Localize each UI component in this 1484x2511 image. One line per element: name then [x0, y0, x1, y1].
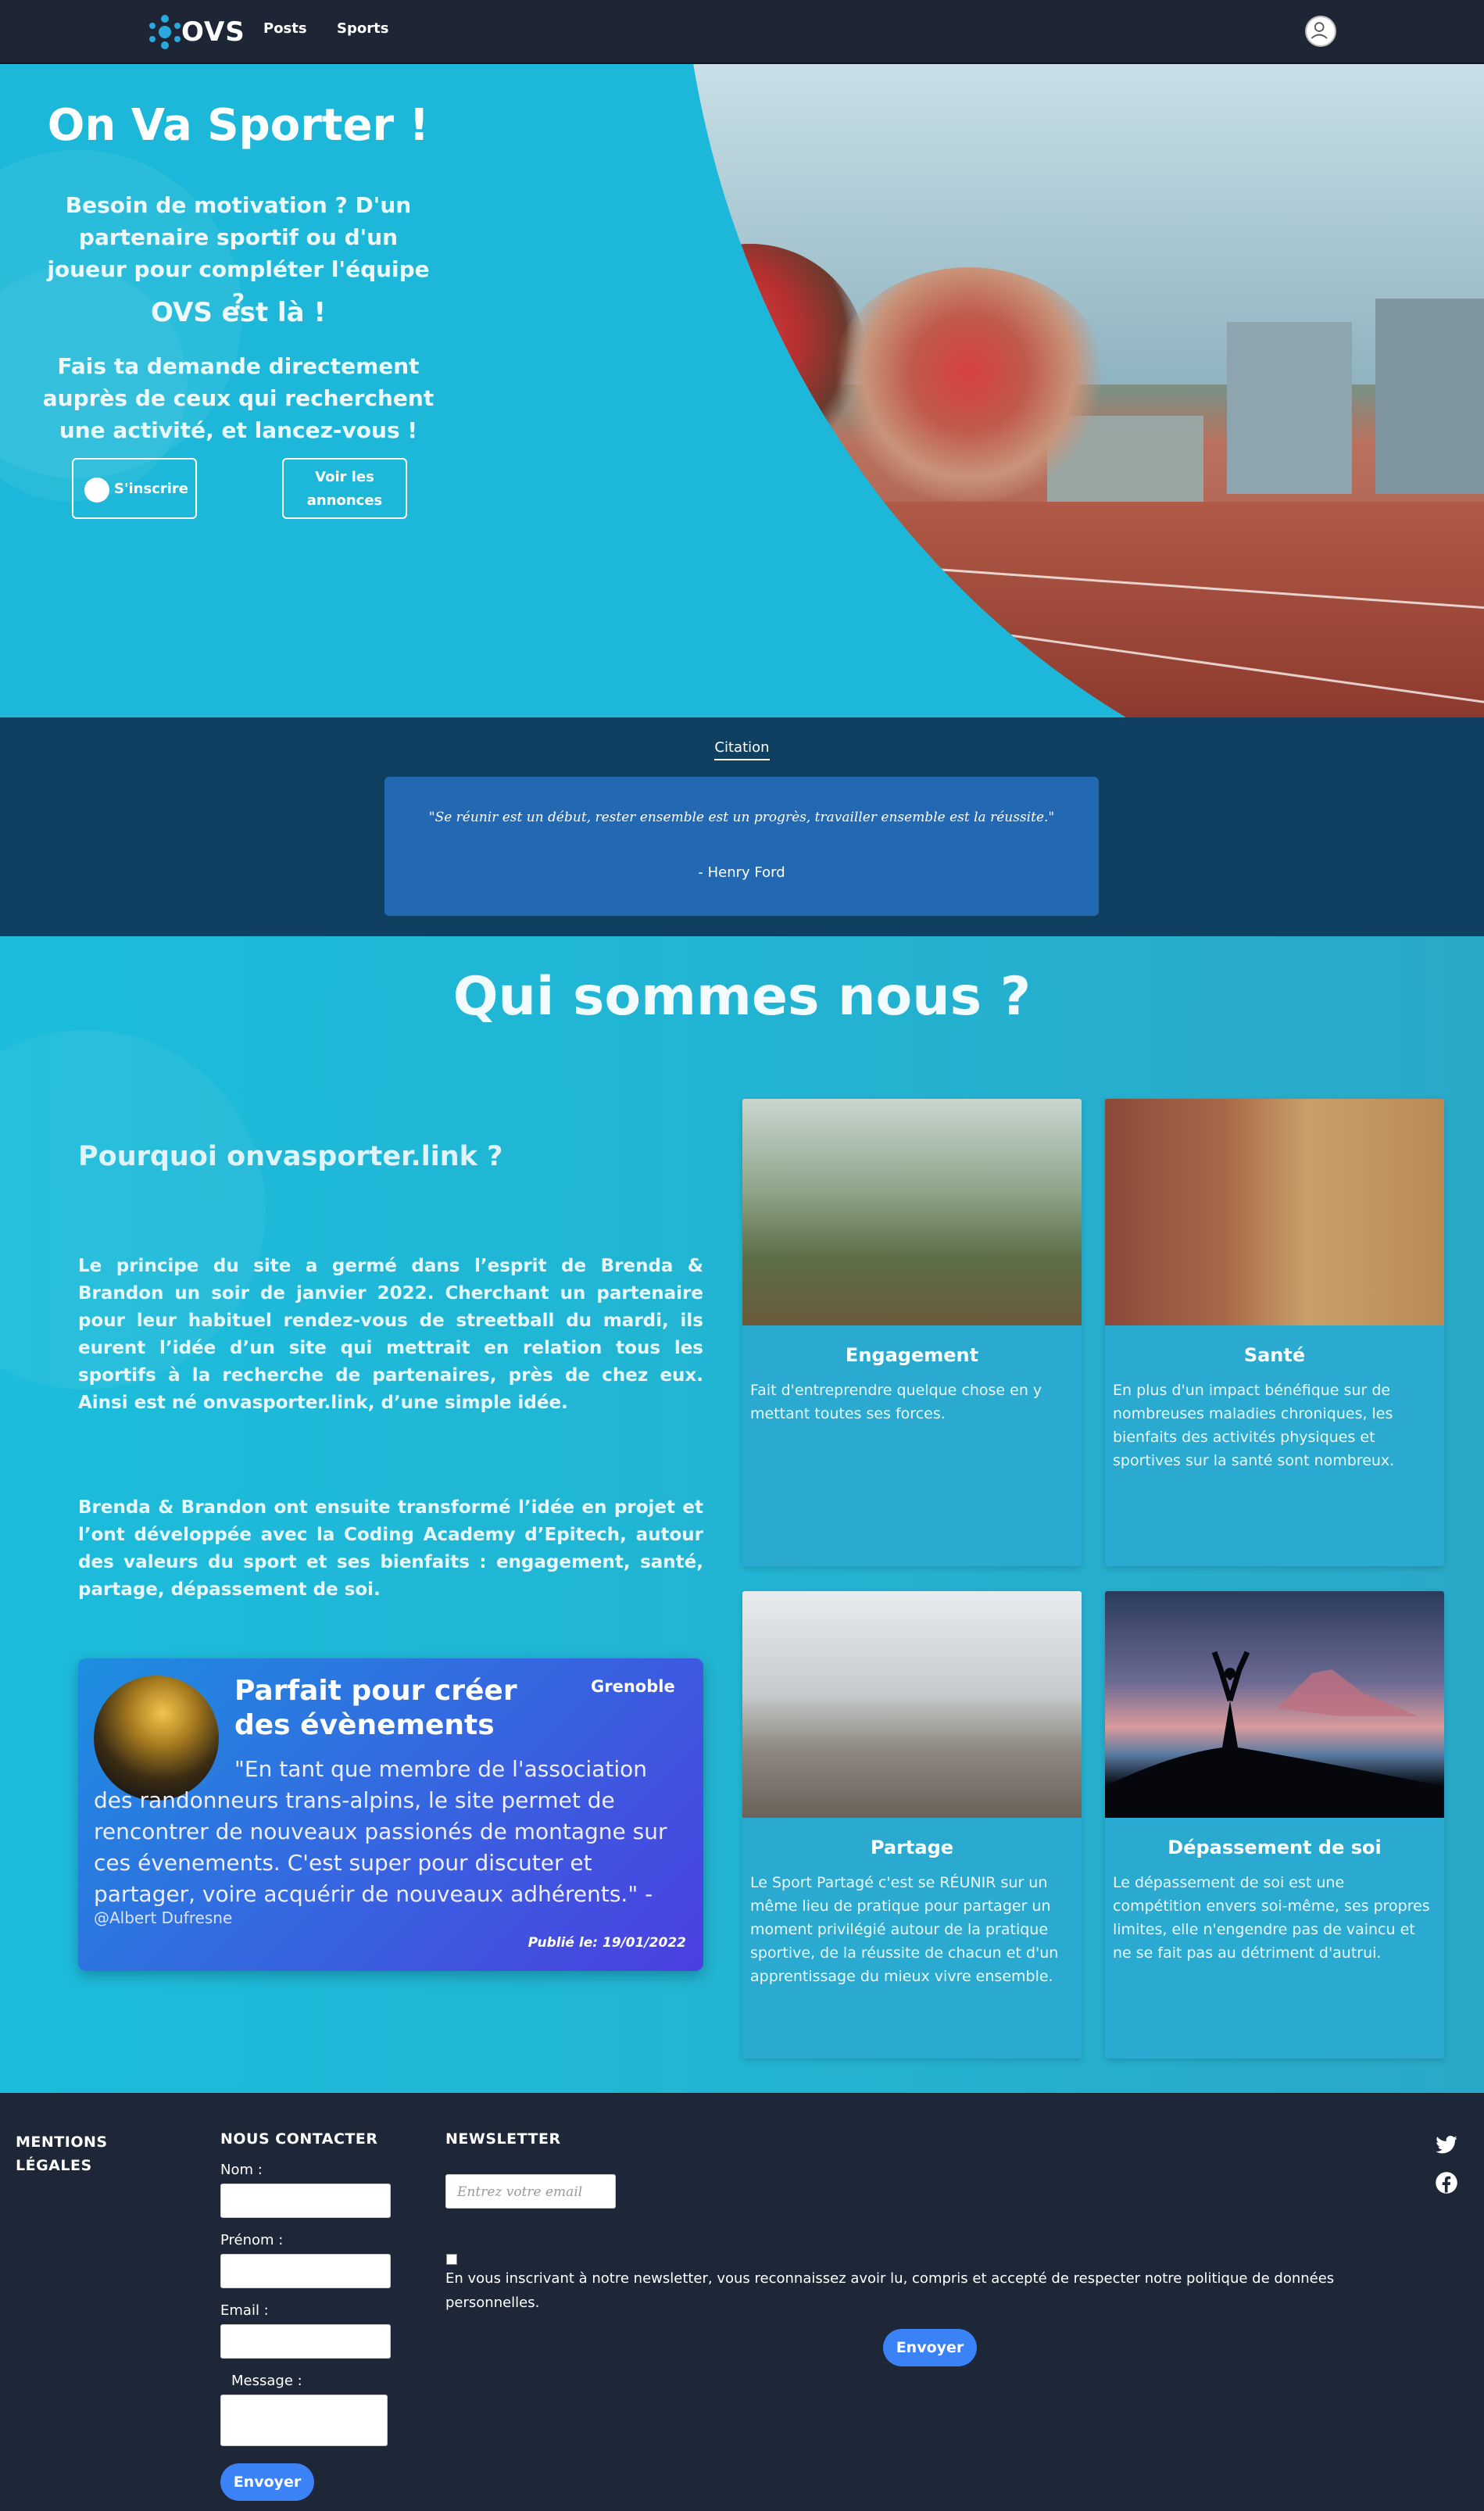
about-paragraph-1: Le principe du site a germé dans l’espri… — [78, 1256, 703, 1413]
card-title: Santé — [1243, 1344, 1306, 1366]
prenom-field[interactable] — [220, 2254, 391, 2288]
legal-title-line-2: LÉGALES — [16, 2157, 92, 2174]
photo-track — [680, 502, 1484, 717]
photo-building — [1375, 299, 1484, 494]
signup-button[interactable]: S'inscrire — [72, 458, 197, 519]
card-image-yoga — [1105, 1099, 1444, 1325]
email-field[interactable] — [220, 2324, 391, 2359]
mountain-silhouette — [1105, 1651, 1444, 1818]
logo-molecule-icon — [149, 15, 181, 49]
newsletter-email-input[interactable]: Entrez votre email — [445, 2174, 616, 2209]
hero-section: On Va Sporter ! Besoin de motivation ? D… — [0, 64, 1484, 717]
testimonial-city: Grenoble — [591, 1677, 675, 1696]
about-subtitle: Pourquoi onvasporter.link ? — [78, 1141, 503, 1172]
top-navbar: OVS Posts Sports — [0, 0, 1484, 64]
logo-text: OVS — [181, 16, 245, 48]
card-title: Engagement — [845, 1344, 979, 1366]
newsletter-title: NEWSLETTER — [445, 2130, 561, 2148]
ovs-logo[interactable]: OVS — [147, 9, 245, 53]
about-paragraph-2: Brenda & Brandon ont ensuite transformé … — [78, 1497, 703, 1600]
contact-submit-button[interactable]: Envoyer — [220, 2463, 314, 2501]
about-title: Qui sommes nous ? — [452, 966, 1032, 1028]
hero-title: On Va Sporter ! — [47, 100, 430, 151]
value-card-engagement: Engagement Fait d'entreprendre quelque c… — [742, 1099, 1082, 1566]
nom-label: Nom : — [220, 2162, 263, 2178]
value-card-partage: Partage Le Sport Partagé c'est se RÉUNIR… — [742, 1591, 1082, 2059]
card-title: Partage — [870, 1837, 954, 1858]
value-card-sante: Santé En plus d'un impact bénéfique sur … — [1105, 1099, 1444, 1566]
facebook-icon[interactable] — [1435, 2171, 1458, 2194]
newsletter-submit-button[interactable]: Envoyer — [883, 2329, 977, 2366]
legal-title-line-1: MENTIONS — [16, 2134, 108, 2151]
testimonial-title: Parfait pour créer des évènements — [234, 1675, 517, 1741]
card-title: Dépassement de soi — [1168, 1837, 1382, 1858]
email-label: Email : — [220, 2302, 269, 2319]
card-description: Le Sport Partagé c'est se RÉUNIR sur un … — [750, 1874, 1059, 1985]
hero-photo — [680, 64, 1484, 717]
citation-heading: Citation — [0, 739, 1484, 760]
user-icon — [84, 478, 109, 503]
value-card-depassement: Dépassement de soi Le dépassement de soi… — [1105, 1591, 1444, 2059]
newsletter-consent-text: En vous inscrivant à notre newsletter, v… — [445, 2270, 1335, 2311]
hero-text-3: Fais ta demande directement auprès de ce… — [42, 353, 434, 443]
citation-box: "Se réunir est un début, rester ensemble… — [384, 777, 1099, 916]
citation-quote: "Se réunir est un début, rester ensemble… — [428, 810, 1055, 825]
twitter-icon[interactable] — [1435, 2134, 1458, 2157]
hero-text-2: OVS est là ! — [151, 297, 326, 328]
user-avatar-icon[interactable] — [1305, 16, 1336, 47]
footer: MENTIONS LÉGALES NOUS CONTACTER Nom : Pré… — [0, 2093, 1484, 2511]
card-image-mountain — [1105, 1591, 1444, 1818]
newsletter-consent-checkbox[interactable] — [446, 2254, 457, 2265]
message-label: Message : — [231, 2373, 302, 2389]
nom-field[interactable] — [220, 2184, 391, 2218]
nav-link-posts[interactable]: Posts — [263, 20, 307, 37]
testimonial-date: Publié le: 19/01/2022 — [527, 1935, 686, 1951]
message-field[interactable] — [220, 2395, 388, 2446]
citation-section: Citation "Se réunir est un début, rester… — [0, 717, 1484, 936]
card-image-runner — [742, 1099, 1082, 1325]
view-listings-button[interactable]: Voir les annonces — [282, 458, 407, 519]
nav-link-sports[interactable]: Sports — [337, 20, 388, 37]
citation-title: Citation — [714, 739, 770, 760]
signup-label: S'inscrire — [114, 481, 188, 497]
card-description: Le dépassement de soi est une compétitio… — [1113, 1874, 1430, 1962]
athlete-woman — [828, 267, 1110, 502]
testimonial-card: Parfait pour créer des évènements Grenob… — [78, 1658, 703, 1971]
about-section: Qui sommes nous ? Pourquoi onvasporter.l… — [0, 936, 1484, 2093]
prenom-label: Prénom : — [220, 2232, 284, 2248]
testimonial-body: "En tant que membre de l'association des… — [94, 1756, 667, 1907]
contact-title: NOUS CONTACTER — [220, 2130, 378, 2148]
citation-author: - Henry Ford — [698, 864, 785, 881]
card-description: En plus d'un impact bénéfique sur de nom… — [1113, 1382, 1395, 1469]
legal-mentions-link[interactable]: MENTIONS LÉGALES — [16, 2130, 108, 2177]
card-description: Fait d'entreprendre quelque chose en y m… — [750, 1382, 1042, 1422]
card-image-high-five — [742, 1591, 1082, 1818]
photo-building — [1227, 322, 1352, 494]
testimonial-user: @Albert Dufresne — [94, 1908, 233, 1927]
